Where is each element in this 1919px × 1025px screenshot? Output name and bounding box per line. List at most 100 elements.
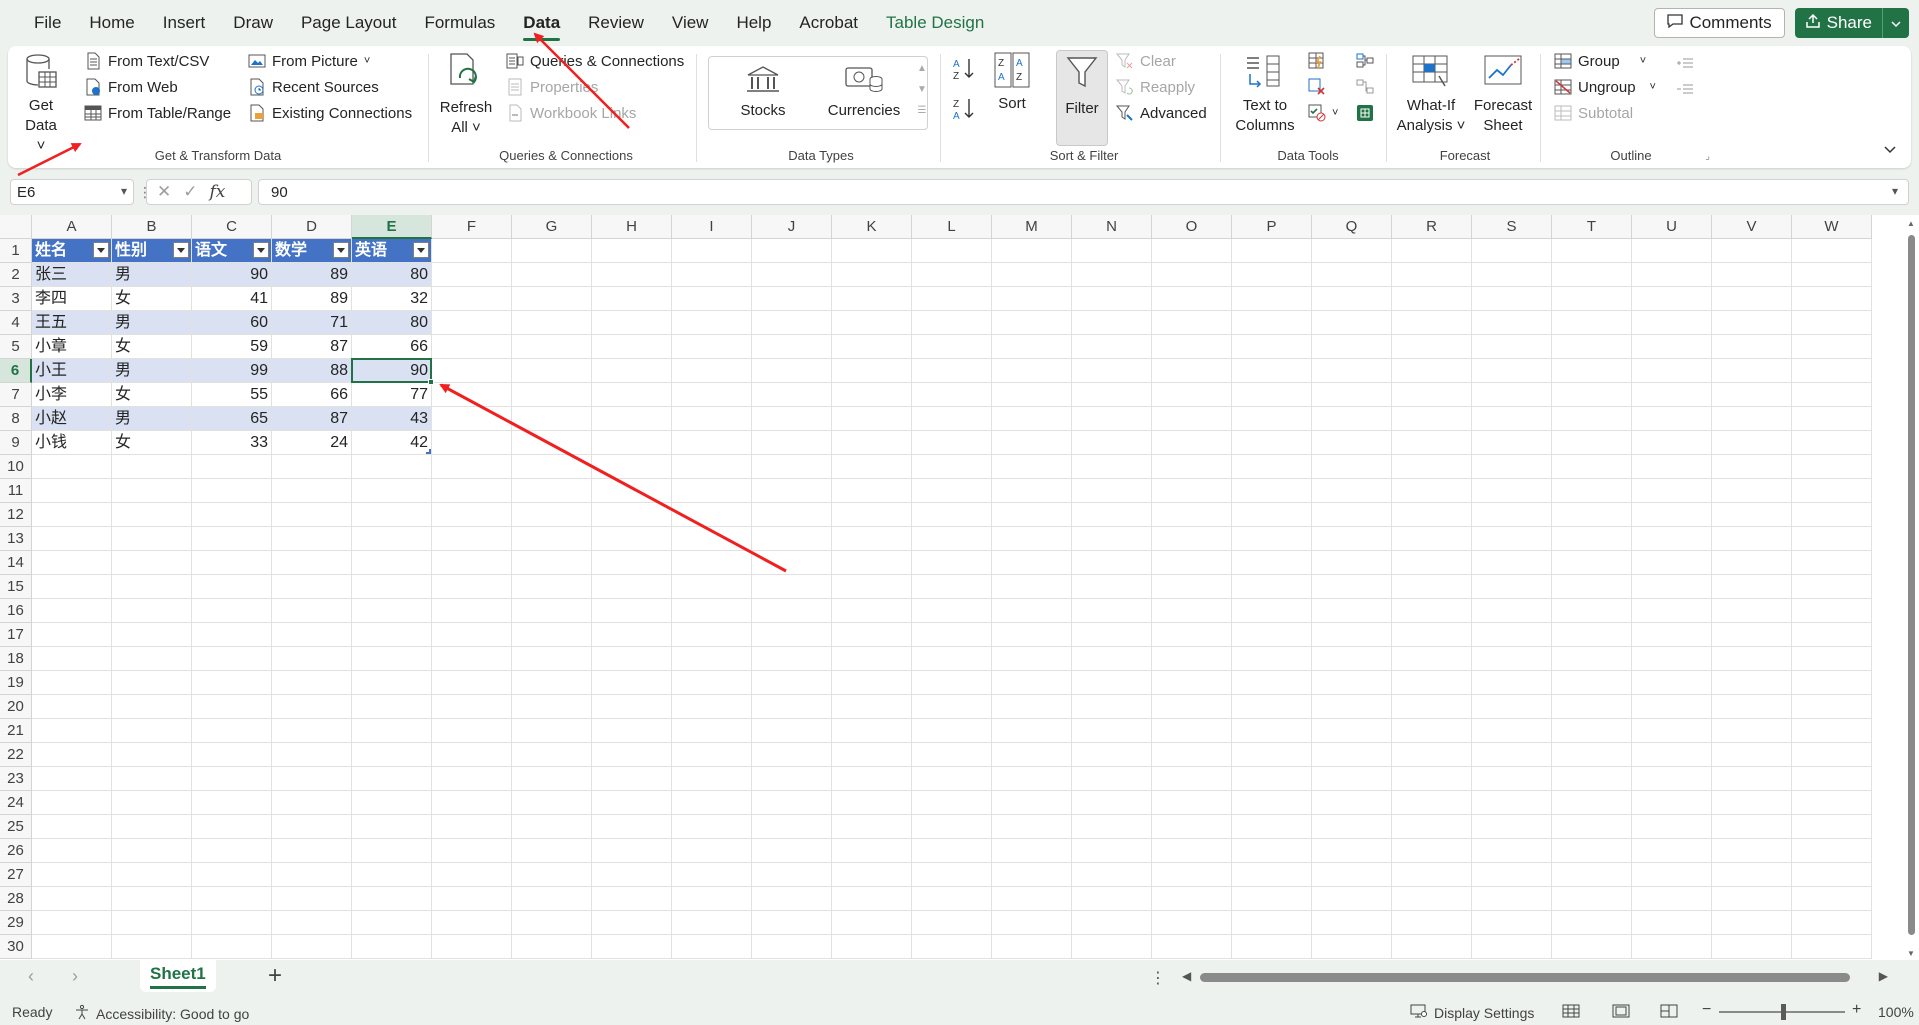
grid-cell[interactable] bbox=[1152, 887, 1232, 911]
grid-cell[interactable] bbox=[1792, 911, 1872, 935]
grid-cell[interactable] bbox=[752, 791, 832, 815]
grid-cell[interactable] bbox=[1232, 311, 1312, 335]
grid-cell[interactable] bbox=[1792, 455, 1872, 479]
zoom-out-button[interactable]: − bbox=[1702, 1001, 1711, 1019]
grid-cell[interactable] bbox=[1392, 791, 1472, 815]
grid-cell[interactable] bbox=[32, 839, 112, 863]
grid-cell[interactable] bbox=[592, 431, 672, 455]
grid-cell[interactable] bbox=[1232, 743, 1312, 767]
grid-cell[interactable] bbox=[1792, 239, 1872, 263]
row-header-9[interactable]: 9 bbox=[0, 431, 32, 455]
grid-cell[interactable] bbox=[112, 599, 192, 623]
grid-cell[interactable] bbox=[1712, 383, 1792, 407]
grid-cell[interactable] bbox=[432, 575, 512, 599]
grid-cell[interactable] bbox=[432, 311, 512, 335]
grid-cell[interactable] bbox=[1072, 599, 1152, 623]
grid-cell[interactable] bbox=[1232, 503, 1312, 527]
grid-cell[interactable] bbox=[1552, 479, 1632, 503]
grid-cell[interactable] bbox=[1152, 695, 1232, 719]
grid-cell[interactable] bbox=[1472, 767, 1552, 791]
grid-cell[interactable] bbox=[352, 767, 432, 791]
grid-cell[interactable] bbox=[1392, 335, 1472, 359]
grid-cell[interactable] bbox=[1632, 863, 1712, 887]
grid-cell[interactable] bbox=[832, 575, 912, 599]
column-header-n[interactable]: N bbox=[1072, 215, 1152, 239]
grid-cell[interactable] bbox=[1072, 407, 1152, 431]
grid-cell[interactable] bbox=[192, 791, 272, 815]
grid-cell[interactable] bbox=[1152, 863, 1232, 887]
reapply-button[interactable]: Reapply bbox=[1115, 78, 1195, 96]
table-cell[interactable]: 65 bbox=[192, 407, 272, 431]
worksheet-grid[interactable]: A B C D E F G H I J K L M N O P Q R S T U V W 1 2 3 4 5 6 7 8 9 10 11 12 13… bbox=[0, 215, 1919, 960]
grid-cell[interactable] bbox=[592, 791, 672, 815]
grid-cell[interactable] bbox=[192, 887, 272, 911]
table-cell[interactable]: 33 bbox=[192, 431, 272, 455]
grid-cell[interactable] bbox=[192, 647, 272, 671]
grid-cell[interactable] bbox=[912, 767, 992, 791]
grid-cell[interactable] bbox=[1152, 287, 1232, 311]
grid-cell[interactable] bbox=[832, 551, 912, 575]
grid-cell[interactable] bbox=[1552, 551, 1632, 575]
grid-cell[interactable] bbox=[672, 647, 752, 671]
grid-cell[interactable] bbox=[1232, 359, 1312, 383]
grid-cell[interactable] bbox=[672, 863, 752, 887]
grid-cell[interactable] bbox=[1632, 287, 1712, 311]
grid-cell[interactable] bbox=[192, 863, 272, 887]
sort-z-to-a-button[interactable]: ZA bbox=[952, 96, 976, 126]
grid-cell[interactable] bbox=[1232, 863, 1312, 887]
grid-cell[interactable] bbox=[432, 407, 512, 431]
grid-cell[interactable] bbox=[832, 935, 912, 959]
column-header-g[interactable]: G bbox=[512, 215, 592, 239]
grid-cell[interactable] bbox=[672, 335, 752, 359]
grid-cell[interactable] bbox=[1472, 575, 1552, 599]
grid-cell[interactable] bbox=[1472, 455, 1552, 479]
grid-cell[interactable] bbox=[112, 479, 192, 503]
grid-cell[interactable] bbox=[672, 887, 752, 911]
grid-cell[interactable] bbox=[592, 911, 672, 935]
grid-cell[interactable] bbox=[1712, 887, 1792, 911]
grid-cell[interactable] bbox=[1712, 839, 1792, 863]
table-cell[interactable]: 王五 bbox=[32, 311, 112, 335]
grid-cell[interactable] bbox=[1792, 887, 1872, 911]
grid-cell[interactable] bbox=[832, 647, 912, 671]
row-header-27[interactable]: 27 bbox=[0, 863, 32, 887]
grid-cell[interactable] bbox=[592, 551, 672, 575]
grid-cell[interactable] bbox=[1232, 407, 1312, 431]
grid-cell[interactable] bbox=[1792, 431, 1872, 455]
grid-cell[interactable] bbox=[992, 935, 1072, 959]
grid-cell[interactable] bbox=[992, 527, 1072, 551]
grid-cell[interactable] bbox=[352, 791, 432, 815]
grid-cell[interactable] bbox=[512, 671, 592, 695]
row-header-13[interactable]: 13 bbox=[0, 527, 32, 551]
row-header-21[interactable]: 21 bbox=[0, 719, 32, 743]
grid-cell[interactable] bbox=[1472, 863, 1552, 887]
zoom-slider-thumb[interactable] bbox=[1781, 1004, 1786, 1020]
row-header-8[interactable]: 8 bbox=[0, 407, 32, 431]
grid-cell[interactable] bbox=[32, 887, 112, 911]
grid-cell[interactable] bbox=[512, 839, 592, 863]
table-cell[interactable]: 41 bbox=[192, 287, 272, 311]
row-header-3[interactable]: 3 bbox=[0, 287, 32, 311]
grid-cell[interactable] bbox=[1312, 599, 1392, 623]
grid-cell[interactable] bbox=[1792, 383, 1872, 407]
row-header-6[interactable]: 6 bbox=[0, 359, 32, 383]
grid-cell[interactable] bbox=[1152, 551, 1232, 575]
column-header-l[interactable]: L bbox=[912, 215, 992, 239]
name-box[interactable]: E6 ▾ bbox=[10, 179, 134, 205]
table-cell[interactable]: 小章 bbox=[32, 335, 112, 359]
grid-cell[interactable] bbox=[432, 359, 512, 383]
grid-cell[interactable] bbox=[1712, 599, 1792, 623]
previous-sheet-icon[interactable]: ‹ bbox=[28, 966, 34, 987]
grid-cell[interactable] bbox=[992, 599, 1072, 623]
table-cell[interactable]: 男 bbox=[112, 263, 192, 287]
grid-cell[interactable] bbox=[992, 671, 1072, 695]
grid-cell[interactable] bbox=[1392, 455, 1472, 479]
grid-cell[interactable] bbox=[592, 287, 672, 311]
grid-cell[interactable] bbox=[1552, 575, 1632, 599]
grid-cell[interactable] bbox=[1792, 551, 1872, 575]
grid-cell[interactable] bbox=[1312, 455, 1392, 479]
grid-cell[interactable] bbox=[1792, 479, 1872, 503]
column-header-c[interactable]: C bbox=[192, 215, 272, 239]
grid-cell[interactable] bbox=[512, 575, 592, 599]
grid-cell[interactable] bbox=[752, 479, 832, 503]
